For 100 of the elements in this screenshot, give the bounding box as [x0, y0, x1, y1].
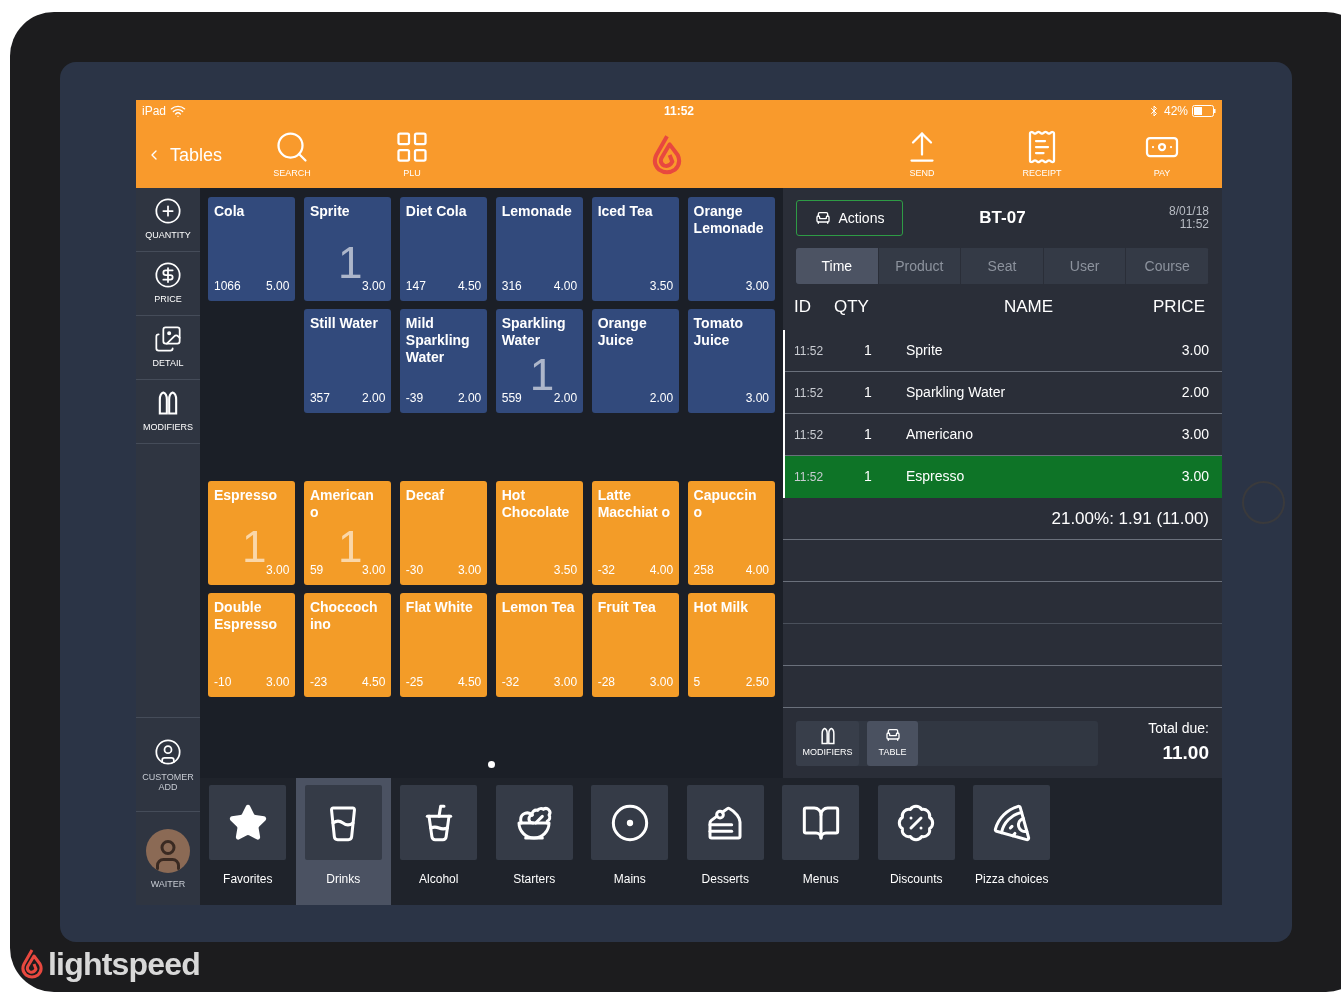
row-qty: 1 — [864, 383, 873, 402]
row-qty: 1 — [864, 467, 873, 486]
product-price: 3.00 — [649, 674, 674, 691]
category-button[interactable]: Mains — [582, 778, 678, 905]
product-price: 3.00 — [457, 562, 482, 579]
sidebar-button[interactable]: MODIFIERS — [136, 380, 200, 444]
product-price: 2.00 — [457, 390, 482, 407]
product-price: 4.00 — [745, 562, 769, 579]
device-name: iPad — [142, 103, 167, 120]
row-qty: 1 — [864, 425, 873, 444]
product-name: Tomato Juice — [693, 315, 745, 349]
category-button[interactable]: Favorites — [200, 778, 296, 905]
category-label: Drinks — [326, 871, 361, 888]
total-label: Total due: — [1148, 719, 1209, 739]
footer-button[interactable]: TABLE — [867, 720, 918, 766]
product-name: Iced Tea — [597, 203, 654, 220]
product-tile[interactable]: Diet Cola 147 4.50 — [399, 197, 488, 301]
clock: 11:52 — [664, 103, 694, 120]
product-name: Sprite — [309, 203, 351, 220]
product-price: 4.00 — [649, 562, 674, 579]
order-row[interactable]: 11:52 1 Sprite 3.00 — [785, 330, 1222, 372]
category-button[interactable]: Menus — [773, 778, 869, 905]
product-name: Latte Macchiat o — [597, 487, 671, 521]
product-name: Cola — [214, 203, 246, 220]
order-row[interactable]: 11:52 1 Espresso 3.00 — [785, 456, 1222, 498]
product-name: Choccoch ino — [309, 599, 379, 633]
sidebar-button[interactable]: DETAIL — [136, 316, 200, 380]
sidebar-button[interactable]: PRICE — [136, 252, 200, 316]
product-name: Capuccin o — [693, 487, 758, 521]
product-name: Double Espresso — [214, 599, 279, 633]
stock-count: 357 — [309, 390, 330, 407]
product-tile[interactable]: Still Water 357 2.00 — [303, 309, 392, 413]
product-price: 3.00 — [266, 562, 290, 579]
product-tile[interactable]: 1 Sprite 3.00 — [303, 197, 392, 301]
stock-count: -39 — [405, 390, 424, 407]
order-date: 8/01/18 — [1168, 205, 1209, 218]
product-tile[interactable]: Mild Sparkling Water -39 2.00 — [399, 309, 488, 413]
ordered-count: 1 — [242, 525, 267, 569]
product-tile[interactable]: Orange Lemonade 3.00 — [687, 197, 775, 301]
product-price: 3.00 — [266, 674, 290, 691]
sort-tab[interactable]: Time — [796, 248, 879, 284]
product-tile[interactable]: Orange Juice 2.00 — [591, 309, 680, 413]
stock-count: -32 — [597, 562, 615, 579]
stock-count: -23 — [309, 674, 328, 691]
product-name: Diet Cola — [405, 203, 468, 220]
category-button[interactable]: Drinks — [295, 778, 391, 905]
product-name: Flat White — [405, 599, 474, 616]
stock-count: -32 — [501, 674, 520, 691]
product-tile[interactable]: Iced Tea 3.50 — [591, 197, 680, 301]
product-tile[interactable]: Cola 1066 5.00 — [208, 197, 296, 301]
stock-count: 559 — [501, 390, 522, 407]
product-price: 4.50 — [457, 278, 482, 295]
category-button[interactable]: Discounts — [868, 778, 964, 905]
row-time: 11:52 — [794, 426, 825, 444]
row-name: Sparkling Water — [906, 383, 1007, 402]
category-button[interactable]: Starters — [486, 778, 582, 905]
category-label: Desserts — [701, 871, 749, 888]
sidebar-button[interactable]: QUANTITY — [136, 188, 200, 252]
row-name: Americano — [906, 425, 974, 444]
category-label: Starters — [513, 871, 556, 888]
row-price: 2.00 — [1181, 383, 1209, 402]
product-price: 4.50 — [457, 674, 482, 691]
order-row[interactable]: 11:52 1 Sparkling Water 2.00 — [785, 372, 1222, 414]
actions-button[interactable]: Actions — [796, 200, 903, 236]
row-price: 3.00 — [1181, 341, 1209, 360]
category-label: Discounts — [889, 871, 943, 888]
footer-button[interactable]: MODIFIERS — [796, 720, 859, 766]
ordered-count: 1 — [337, 241, 363, 285]
sidebar-button[interactable]: WAITER — [136, 811, 200, 905]
table-name: BT-07 — [978, 207, 1027, 230]
stock-count: -30 — [405, 562, 424, 579]
product-name: Hot Milk — [693, 599, 750, 616]
product-price: 3.00 — [745, 390, 769, 407]
product-price: 3.00 — [553, 674, 578, 691]
product-price: 2.00 — [361, 390, 386, 407]
product-name: Espresso — [214, 487, 279, 504]
category-button[interactable]: Pizza choices — [964, 778, 1060, 905]
category-button[interactable]: Alcohol — [391, 778, 487, 905]
stock-count: 316 — [501, 278, 522, 295]
sort-tab[interactable]: Course — [1126, 248, 1209, 284]
tax-summary: 21.00%: 1.91 (11.00) — [1051, 507, 1209, 530]
category-label: Mains — [613, 871, 646, 888]
product-price: 2.00 — [553, 390, 578, 407]
product-price: 3.00 — [361, 278, 386, 295]
product-tile[interactable]: Lemonade 316 4.00 — [495, 197, 584, 301]
product-tile[interactable]: Tomato Juice 3.00 — [687, 309, 775, 413]
category-button[interactable]: Desserts — [677, 778, 773, 905]
product-name: Orange Lemonade — [693, 203, 765, 237]
row-name: Espresso — [906, 467, 966, 486]
product-name: Decaf — [405, 487, 445, 504]
product-tile[interactable]: 1 Sparkling Water 559 2.00 — [495, 309, 584, 413]
row-price: 3.00 — [1181, 467, 1209, 486]
sort-tab[interactable]: User — [1043, 248, 1127, 284]
ordered-count: 1 — [337, 525, 363, 569]
category-label: Favorites — [223, 871, 273, 888]
product-price: 5.00 — [266, 278, 290, 295]
product-price: 4.50 — [361, 674, 386, 691]
sort-tab[interactable]: Product — [878, 248, 962, 284]
sort-tab[interactable]: Seat — [961, 248, 1044, 284]
product-name: Lemonade — [501, 203, 573, 220]
